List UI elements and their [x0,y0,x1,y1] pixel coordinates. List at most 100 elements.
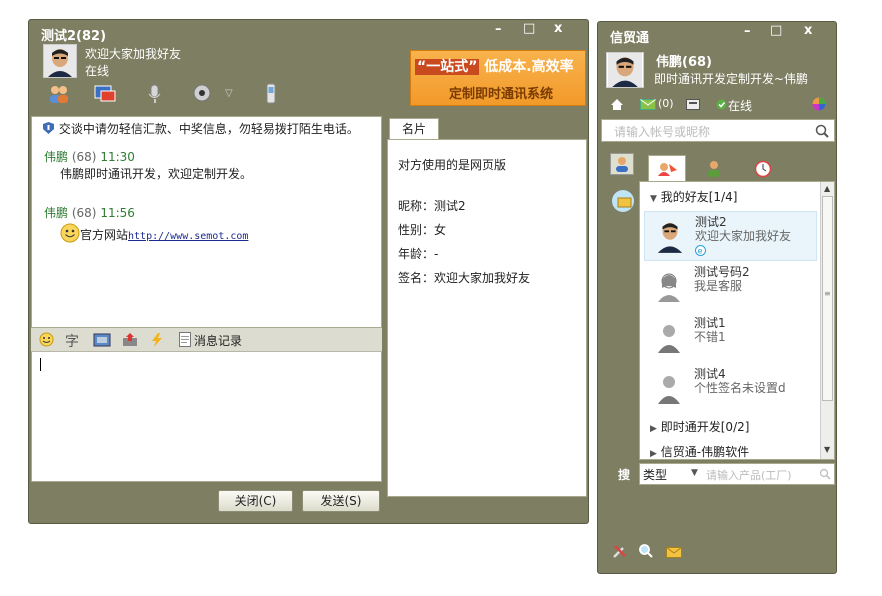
shield-icon [42,121,55,138]
gender-value: 女 [434,223,447,237]
group-header[interactable]: ▶ 即时通开发[0/2] [650,418,749,435]
group-label: 我的好友[1/4] [660,190,738,204]
chevron-down-icon: ▼ [650,194,657,204]
banner-highlight: “一站式” [415,59,480,75]
text-cursor [40,358,41,371]
message-history-button[interactable]: 消息记录 [194,332,242,349]
chevron-down-icon[interactable]: ▼ [691,468,698,478]
minimize-button[interactable]: – [744,24,751,39]
chevron-down-icon[interactable]: ▽ [225,88,235,99]
font-icon[interactable]: 字 [65,331,79,351]
maximize-button[interactable]: □ [770,23,782,38]
user-signature[interactable]: 即时通讯开发定制开发~伟鹏 [654,70,808,87]
send-button[interactable]: 发送(S) [302,490,380,512]
close-window-button[interactable]: x [554,21,562,36]
message-header: 伟鹏 (68) 11:30 [44,148,135,165]
avatar [656,321,682,356]
search-icon[interactable] [815,124,829,141]
send-file-icon[interactable] [121,333,139,350]
online-status-icon[interactable] [716,99,727,113]
list-item[interactable]: 测试号码2 我是客服 [644,262,817,312]
avatar [655,219,685,256]
search-icon[interactable] [819,468,831,483]
input-toolbar: 字 消息记录 [31,328,382,352]
group-label: 即时通开发[0/2] [660,420,750,434]
svg-text:e: e [698,247,703,256]
contact-avatar[interactable] [43,44,77,78]
settings-tools-icon[interactable] [612,543,628,562]
tab-profile-card[interactable]: 名片 [389,118,439,139]
web-client-icon: e [695,245,706,259]
contact-list[interactable]: ▼ 我的好友[1/4] 测试2 欢迎大家加我好友 e 测试号码2 我是客服 测试… [639,181,835,460]
message-time: 11:56 [100,206,135,220]
product-search-label: 搜 [618,468,631,482]
home-icon[interactable] [610,98,624,114]
smiley-emoticon-icon [60,223,80,246]
scroll-down-icon[interactable]: ▼ [824,445,830,454]
message-header: 伟鹏 (68) 11:56 [44,204,135,221]
banner-subtitle: 定制即时通讯系统 [449,87,554,102]
list-item[interactable]: 测试1 不错1 [644,313,817,363]
tab-groups[interactable] [703,159,725,182]
web-version-note: 对方使用的是网页版 [398,158,507,172]
message-time: 11:30 [100,150,135,164]
banner-slogan: 低成本.高效率 [484,59,574,75]
video-camera-icon[interactable] [191,83,215,105]
list-item[interactable]: 测试4 个性签名未设置d [644,364,817,414]
message-box-icon[interactable] [686,99,700,113]
color-skin-icon[interactable] [812,97,826,114]
maximize-button[interactable]: □ [523,21,535,36]
product-search-bar[interactable]: 类型 ▼ 请输入产品(工厂) [639,463,835,485]
contact-signature: 我是客服 [694,279,743,293]
chat-window-title: 测试2(82) [41,29,107,44]
screenshot-icon[interactable] [93,333,111,350]
scroll-up-icon[interactable]: ▲ [824,184,830,193]
website-link[interactable]: http://www.semot.com [128,231,248,242]
tab-friends[interactable] [648,155,686,182]
online-status[interactable]: 在线 [728,97,752,114]
signature-label: 签名： [398,271,435,285]
find-contact-icon[interactable] [638,543,654,562]
message-manager-icon[interactable] [666,544,682,561]
minimize-button[interactable]: – [495,22,502,37]
message-sender-num: (68) [71,206,97,220]
contact-search-input[interactable]: 请输入帐号或昵称 [601,119,835,142]
contact-signature: 欢迎大家加我好友 [85,47,182,61]
microphone-icon[interactable] [143,83,167,105]
profile-panel: 对方使用的是网页版 昵称：测试2 性别：女 年龄：- 签名：欢迎大家加我好友 [387,139,587,497]
history-icon[interactable] [179,332,191,350]
shake-icon[interactable] [149,332,165,351]
group-header[interactable]: ▶ 信贸通-伟鹏软件 [650,443,749,460]
product-search-placeholder: 请输入产品(工厂) [706,469,792,482]
mail-icon[interactable] [640,99,656,113]
message-history[interactable]: 交谈中请勿轻信汇款、中奖信息，勿轻易拨打陌生电话。 伟鹏 (68) 11:30 … [31,116,382,328]
age-value: - [434,247,439,261]
group-header[interactable]: ▼ 我的好友[1/4] [650,188,737,205]
nickname-value: 测试2 [434,199,466,213]
ad-banner[interactable]: “一站式” 低成本.高效率 定制即时通讯系统 [410,50,586,106]
remote-desktop-icon[interactable] [93,83,117,105]
grip-icon: ≡ [824,289,831,298]
close-window-button[interactable]: x [804,23,812,38]
tab-contacts[interactable] [610,153,634,175]
app-title: 信贸通 [610,31,650,46]
message-sender: 伟鹏 [44,150,69,164]
signature-value: 欢迎大家加我好友 [434,271,531,285]
contact-list-scrollbar[interactable]: ▲ ≡ ▼ [820,182,834,459]
type-select[interactable]: 类型 [643,466,667,483]
nickname-label: 昵称： [398,199,435,213]
group-chat-icon[interactable] [47,83,71,105]
emoticon-icon[interactable] [39,332,54,350]
group-label: 信贸通-伟鹏软件 [660,445,750,459]
close-button[interactable]: 关闭(C) [218,490,293,512]
user-avatar[interactable] [606,52,644,88]
message-input[interactable] [31,352,382,482]
tab-broadcast[interactable] [610,188,636,217]
avatar [656,270,682,305]
search-placeholder: 请输入帐号或昵称 [614,125,711,139]
scrollbar-thumb[interactable]: ≡ [822,196,833,401]
mobile-phone-icon[interactable] [259,83,283,105]
mail-count: (0) [658,97,674,110]
tab-recent[interactable] [754,160,772,181]
list-item[interactable]: 测试2 欢迎大家加我好友 e [644,211,817,261]
